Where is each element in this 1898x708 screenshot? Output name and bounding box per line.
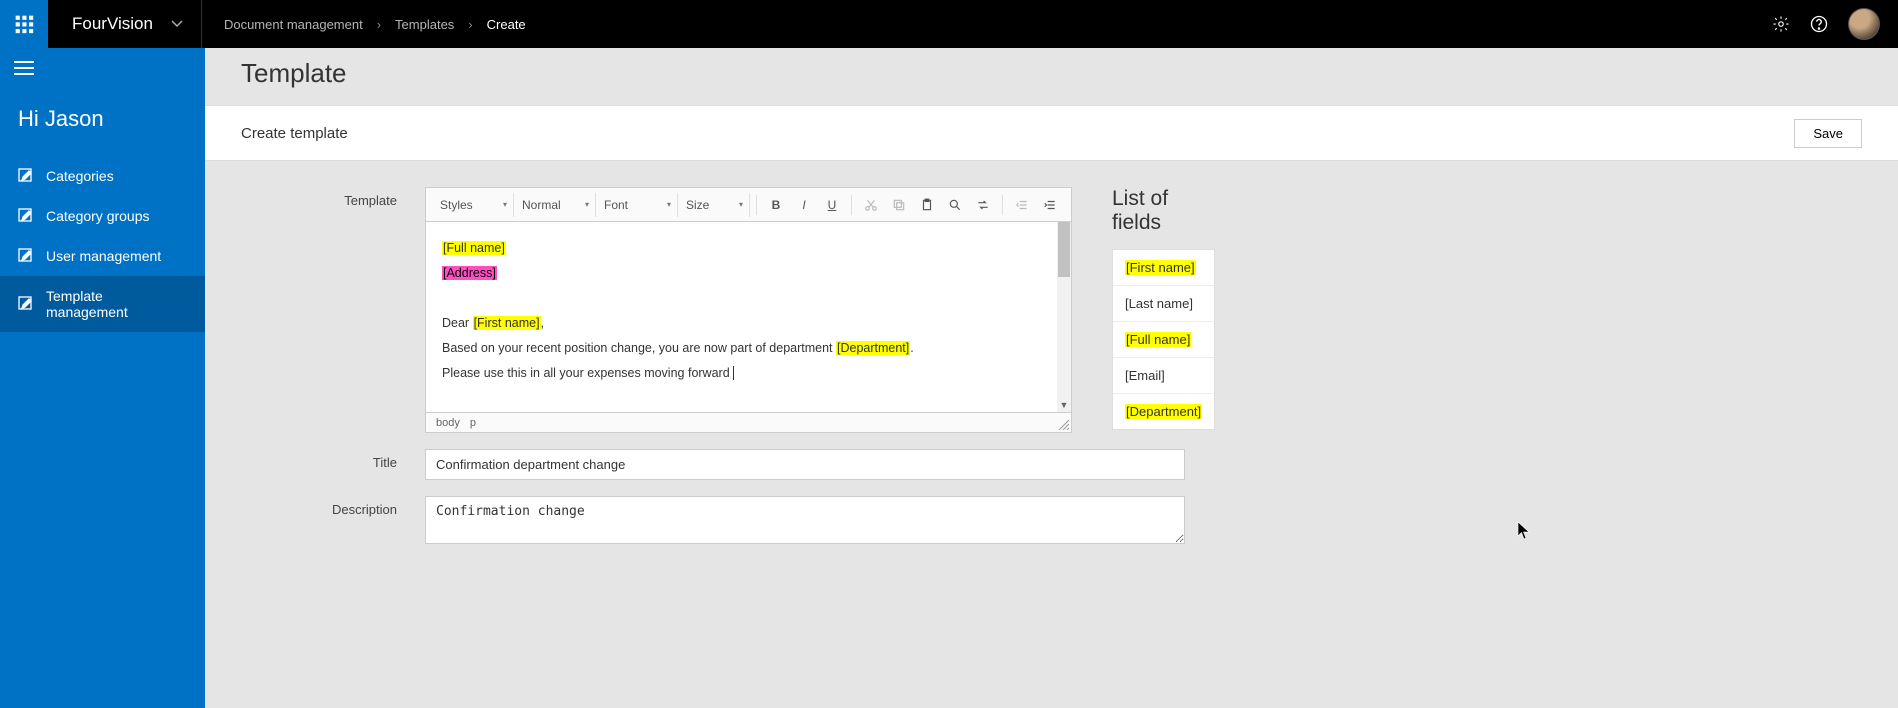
caret-icon: ▾ (503, 200, 507, 209)
copy-icon (892, 198, 906, 212)
field-list-title: List of fields (1112, 187, 1215, 235)
editor-text: , (541, 316, 544, 330)
help-icon[interactable] (1810, 15, 1828, 33)
toolbar-separator (756, 195, 757, 215)
topbar: FourVision Document management › Templat… (0, 0, 1898, 48)
breadcrumb-item-current: Create (487, 17, 526, 32)
bold-button[interactable]: B (763, 192, 789, 218)
field-list-panel: List of fields [First name] [Last name] … (1112, 187, 1215, 430)
sidebar-toggle[interactable] (0, 48, 205, 88)
token-first-name[interactable]: [First name] (473, 316, 541, 330)
editor-text: Dear (442, 316, 473, 330)
breadcrumb-item[interactable]: Document management (224, 17, 363, 32)
app-name-label: FourVision (72, 14, 153, 34)
paste-button[interactable] (914, 192, 940, 218)
sidebar-item-label: Categories (46, 168, 114, 184)
token-full-name[interactable]: [Full name] (442, 241, 506, 255)
caret-icon: ▾ (585, 200, 589, 209)
main: Template Create template Save Template S… (205, 48, 1898, 708)
sidebar-item-user-management[interactable]: User management (0, 236, 205, 276)
font-dropdown[interactable]: Font▾ (598, 193, 678, 217)
italic-button[interactable]: I (791, 192, 817, 218)
template-field-label: Template (245, 187, 425, 208)
sidebar-item-label: Template management (46, 288, 187, 320)
field-full-name[interactable]: [Full name] (1113, 322, 1214, 358)
chevron-down-icon (171, 18, 183, 30)
sidebar-item-label: Category groups (46, 208, 150, 224)
title-field-label: Title (245, 449, 425, 470)
token-address[interactable]: [Address] (442, 266, 497, 280)
scroll-thumb[interactable] (1058, 222, 1070, 277)
editor-text: . (910, 341, 913, 355)
editor-text: Based on your recent position change, yo… (442, 341, 836, 355)
indent-button[interactable] (1037, 192, 1063, 218)
form-area: Template Styles▾ Normal▾ Font▾ Size▾ B I… (205, 161, 1898, 589)
field-department[interactable]: [Department] (1113, 394, 1214, 429)
title-input[interactable] (425, 449, 1185, 480)
app-launcher-button[interactable] (0, 0, 48, 48)
field-list: [First name] [Last name] [Full name] [Em… (1112, 249, 1215, 430)
replace-button[interactable] (970, 192, 996, 218)
avatar[interactable] (1848, 8, 1880, 40)
cut-icon (864, 198, 878, 212)
resize-grip-icon[interactable] (1059, 420, 1069, 430)
breadcrumb-separator: › (377, 17, 381, 32)
hamburger-icon (14, 61, 34, 75)
edit-icon (18, 168, 34, 184)
description-input[interactable] (425, 496, 1185, 544)
breadcrumb: Document management › Templates › Create (202, 17, 526, 32)
toolbar-separator (1002, 195, 1003, 215)
replace-icon (976, 198, 990, 212)
sidebar-greeting: Hi Jason (0, 88, 205, 156)
search-icon (948, 198, 962, 212)
format-dropdown[interactable]: Normal▾ (516, 193, 596, 217)
editor-content[interactable]: [Full name] [Address] Dear [First name],… (426, 222, 1057, 412)
cut-button[interactable] (858, 192, 884, 218)
size-dropdown[interactable]: Size▾ (680, 193, 750, 217)
find-button[interactable] (942, 192, 968, 218)
breadcrumb-separator: › (468, 17, 472, 32)
editor-text: Please use this in all your expenses mov… (442, 366, 733, 380)
paste-icon (920, 198, 934, 212)
field-first-name[interactable]: [First name] (1113, 250, 1214, 286)
page-title: Template (241, 58, 1862, 89)
topbar-right (1772, 8, 1898, 40)
subbar: Create template Save (205, 105, 1898, 161)
edit-icon (18, 248, 34, 264)
token-department[interactable]: [Department] (836, 341, 910, 355)
outdent-button[interactable] (1009, 192, 1035, 218)
sidebar: Hi Jason Categories Category groups User… (0, 48, 205, 708)
underline-button[interactable]: U (819, 192, 845, 218)
field-last-name[interactable]: [Last name] (1113, 286, 1214, 322)
template-editor: Styles▾ Normal▾ Font▾ Size▾ B I U (425, 187, 1072, 433)
scroll-down-icon[interactable]: ▼ (1057, 398, 1071, 412)
edit-icon (18, 208, 34, 224)
sidebar-item-label: User management (46, 248, 161, 264)
breadcrumb-item[interactable]: Templates (395, 17, 454, 32)
sidebar-item-categories[interactable]: Categories (0, 156, 205, 196)
editor-body[interactable]: [Full name] [Address] Dear [First name],… (426, 222, 1071, 412)
editor-scrollbar[interactable]: ▲ ▼ (1057, 222, 1071, 412)
sidebar-item-category-groups[interactable]: Category groups (0, 196, 205, 236)
styles-dropdown[interactable]: Styles▾ (434, 193, 514, 217)
indent-icon (1043, 198, 1057, 212)
subbar-title: Create template (241, 125, 348, 142)
toolbar-separator (851, 195, 852, 215)
description-field-label: Description (245, 496, 425, 517)
copy-button[interactable] (886, 192, 912, 218)
outdent-icon (1015, 198, 1029, 212)
edit-icon (18, 296, 34, 312)
field-email[interactable]: [Email] (1113, 358, 1214, 394)
app-name-dropdown[interactable]: FourVision (48, 0, 202, 48)
editor-path-body[interactable]: body (436, 417, 460, 429)
sidebar-item-template-management[interactable]: Template management (0, 276, 205, 332)
waffle-icon (14, 14, 34, 34)
editor-footer: body p (426, 412, 1071, 432)
editor-path-p[interactable]: p (470, 417, 476, 429)
editor-toolbar: Styles▾ Normal▾ Font▾ Size▾ B I U (426, 188, 1071, 222)
gear-icon[interactable] (1772, 15, 1790, 33)
caret-icon: ▾ (667, 200, 671, 209)
caret-icon: ▾ (739, 200, 743, 209)
save-button[interactable]: Save (1794, 119, 1862, 148)
